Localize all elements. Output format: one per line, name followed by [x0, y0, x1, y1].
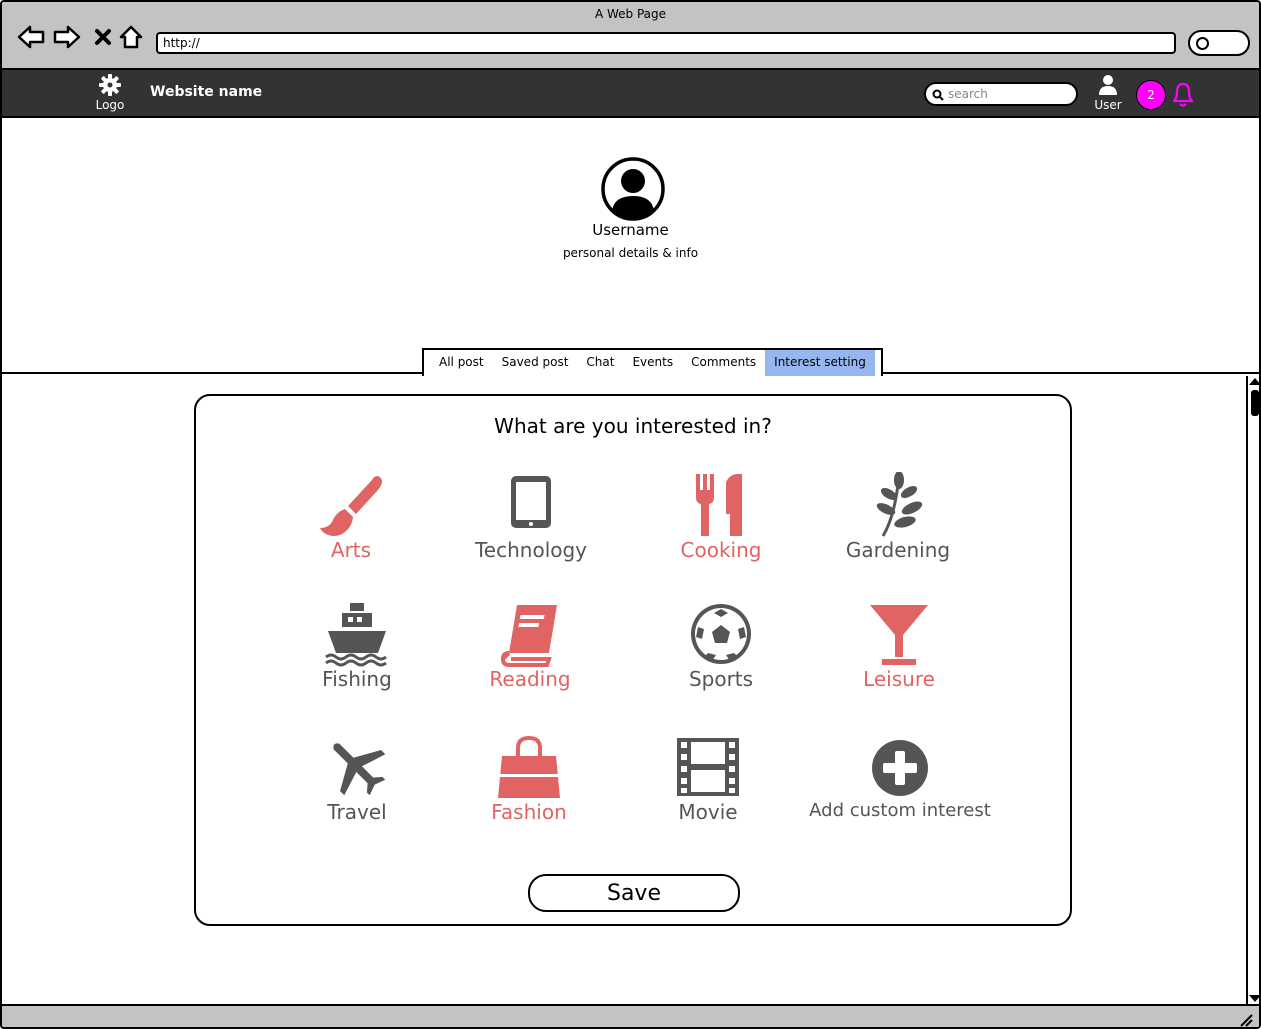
interest-fashion[interactable]: Fashion: [429, 734, 629, 824]
browser-titlebar: A Web Page http://: [2, 2, 1259, 70]
profile-section: Username personal details & info: [2, 120, 1259, 374]
save-button[interactable]: Save: [528, 874, 740, 912]
interest-arts[interactable]: Arts: [251, 472, 451, 562]
interest-label: Reading: [489, 667, 571, 691]
interest-fishing[interactable]: Fishing: [257, 601, 457, 691]
gear-icon: [99, 74, 121, 96]
search-input[interactable]: search: [924, 82, 1078, 106]
interest-label: Technology: [474, 538, 588, 562]
url-bar[interactable]: http://: [156, 32, 1176, 54]
user-label: User: [1094, 98, 1122, 112]
book-icon: [500, 605, 557, 667]
back-icon[interactable]: [16, 22, 46, 52]
paintbrush-icon: [320, 476, 382, 536]
interest-label: Travel: [327, 800, 387, 824]
tablet-icon: [511, 476, 551, 528]
airplane-icon: [333, 743, 386, 796]
interest-label: Movie: [678, 800, 738, 824]
film-icon: [677, 738, 739, 796]
username: Username: [592, 221, 669, 239]
search-placeholder: search: [948, 87, 988, 101]
interest-label: Sports: [688, 667, 754, 691]
home-icon[interactable]: [116, 22, 146, 52]
profile-details: personal details & info: [562, 246, 699, 260]
site-header: Logo Website name search User 2: [2, 70, 1259, 118]
logo[interactable]: Logo: [90, 74, 130, 112]
tab-chat[interactable]: Chat: [577, 350, 623, 376]
logo-label: Logo: [95, 98, 125, 112]
tab-comments[interactable]: Comments: [682, 350, 765, 376]
window-title: A Web Page: [594, 7, 667, 21]
browser-window: A Web Page http:// Logo Website name sea…: [0, 0, 1261, 1029]
site-name[interactable]: Website name: [150, 84, 262, 100]
scroll-up-arrow-icon[interactable]: [1249, 378, 1259, 385]
soccer-ball-icon: [691, 604, 751, 664]
interest-travel[interactable]: Travel: [257, 734, 457, 824]
tab-all-post[interactable]: All post: [430, 350, 493, 376]
avatar[interactable]: [600, 156, 666, 222]
interest-leisure[interactable]: Leisure: [799, 601, 999, 691]
notification-badge[interactable]: 2: [1136, 80, 1166, 110]
cocktail-glass-icon: [870, 605, 928, 665]
resize-grip-icon[interactable]: [1237, 1011, 1253, 1027]
search-icon: [932, 89, 944, 104]
tab-events[interactable]: Events: [623, 350, 682, 376]
status-bar: [2, 1004, 1259, 1027]
stop-icon[interactable]: [88, 22, 118, 52]
ship-icon: [325, 603, 387, 667]
forward-icon[interactable]: [52, 22, 82, 52]
interest-label: Leisure: [863, 667, 935, 691]
profile-tabs: All post Saved post Chat Events Comments…: [422, 348, 883, 376]
scroll-thumb[interactable]: [1251, 390, 1259, 416]
tab-interest-setting[interactable]: Interest setting: [765, 350, 875, 376]
interest-label: Cooking: [680, 538, 762, 562]
bell-icon[interactable]: [1170, 80, 1196, 112]
interest-cooking[interactable]: Cooking: [621, 472, 821, 562]
interest-label: Gardening: [845, 538, 951, 562]
user-menu[interactable]: User: [1090, 74, 1126, 112]
interest-sports[interactable]: Sports: [621, 601, 821, 691]
cutlery-icon: [696, 474, 742, 536]
interest-label: Fishing: [322, 667, 392, 691]
user-icon: [1099, 75, 1117, 95]
leaf-icon: [876, 472, 923, 537]
interest-technology[interactable]: Technology: [431, 472, 631, 562]
panel-title: What are you interested in?: [494, 414, 772, 438]
interest-label: Add custom interest: [809, 800, 991, 821]
interest-add-custom[interactable]: Add custom interest: [790, 734, 1010, 821]
interest-label: Arts: [330, 538, 372, 562]
shopping-bag-icon: [498, 735, 560, 798]
interest-label: Fashion: [491, 800, 567, 824]
scroll-down-arrow-icon[interactable]: [1249, 995, 1259, 1002]
scrollbar[interactable]: [1246, 376, 1259, 1004]
browser-search-button[interactable]: [1188, 30, 1250, 56]
interest-panel: What are you interested in? Arts Technol…: [194, 394, 1072, 926]
interest-reading[interactable]: Reading: [430, 601, 630, 691]
plus-circle-icon: [872, 740, 928, 796]
interest-gardening[interactable]: Gardening: [798, 472, 998, 562]
tab-saved-post[interactable]: Saved post: [493, 350, 578, 376]
interest-movie[interactable]: Movie: [608, 734, 808, 824]
